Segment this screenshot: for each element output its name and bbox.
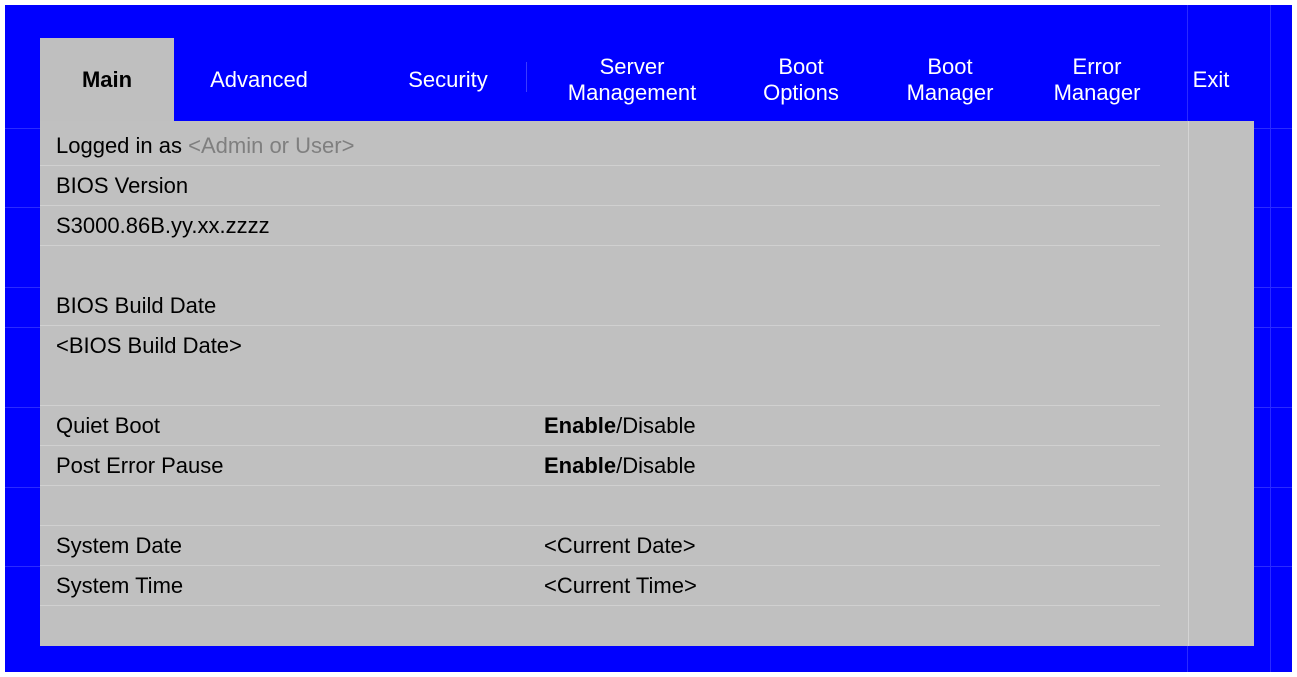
bios-version-value-row: S3000.86B.yy.xx.zzzz bbox=[40, 206, 1160, 246]
logged-in-label: Logged in as bbox=[56, 133, 182, 158]
post-error-pause-other: Disable bbox=[622, 453, 696, 478]
main-panel: Logged in as <Admin or User> BIOS Versio… bbox=[40, 121, 1254, 646]
tab-advanced[interactable]: Advanced bbox=[178, 38, 340, 121]
tab-label: Security bbox=[408, 66, 488, 92]
quiet-boot-row[interactable]: Quiet Boot Enable/Disable bbox=[40, 406, 1160, 446]
bios-build-date-row: BIOS Build Date bbox=[40, 286, 1160, 326]
spacer-row bbox=[40, 366, 1160, 406]
spacer-row bbox=[40, 246, 1160, 286]
system-date-value[interactable]: <Current Date> bbox=[544, 526, 696, 566]
grid-line bbox=[1270, 5, 1271, 672]
tab-label: Main bbox=[81, 66, 133, 92]
system-time-value[interactable]: <Current Time> bbox=[544, 566, 697, 606]
quiet-boot-selected: Enable bbox=[544, 413, 617, 438]
quiet-boot-value[interactable]: Enable/Disable bbox=[544, 406, 696, 446]
post-error-pause-selected: Enable bbox=[544, 453, 617, 478]
tab-boot-manager[interactable]: Boot Manager bbox=[888, 38, 1012, 121]
logged-in-value: <Admin or User> bbox=[188, 133, 355, 158]
bios-build-date-value-row: <BIOS Build Date> bbox=[40, 326, 1160, 366]
system-date-label: System Date bbox=[56, 533, 182, 558]
bios-version-value: S3000.86B.yy.xx.zzzz bbox=[56, 213, 270, 238]
bios-build-date-value: <BIOS Build Date> bbox=[56, 333, 242, 358]
tab-label: Server Management bbox=[567, 53, 697, 105]
bios-version-row: BIOS Version bbox=[40, 166, 1160, 206]
system-time-label: System Time bbox=[56, 573, 184, 598]
tab-label: Error Manager bbox=[1053, 53, 1141, 105]
system-time-row[interactable]: System Time <Current Time> bbox=[40, 566, 1160, 606]
tab-divider bbox=[526, 62, 527, 92]
bios-build-date-label: BIOS Build Date bbox=[56, 293, 217, 318]
tab-security[interactable]: Security bbox=[374, 38, 522, 121]
post-error-pause-row[interactable]: Post Error Pause Enable/Disable bbox=[40, 446, 1160, 486]
system-date-row[interactable]: System Date <Current Date> bbox=[40, 526, 1160, 566]
post-error-pause-value[interactable]: Enable/Disable bbox=[544, 446, 696, 486]
tab-error-manager[interactable]: Error Manager bbox=[1030, 38, 1164, 121]
spacer-row bbox=[40, 486, 1160, 526]
logged-in-text: Logged in as <Admin or User> bbox=[56, 126, 354, 166]
tab-label: Boot Manager bbox=[906, 53, 994, 105]
help-column-divider bbox=[1188, 121, 1189, 646]
quiet-boot-label: Quiet Boot bbox=[56, 413, 160, 438]
tab-exit[interactable]: Exit bbox=[1178, 38, 1244, 121]
post-error-pause-label: Post Error Pause bbox=[56, 453, 224, 478]
tab-boot-options[interactable]: Boot Options bbox=[742, 38, 860, 121]
tab-server-management[interactable]: Server Management bbox=[552, 38, 712, 121]
tab-label: Exit bbox=[1192, 66, 1230, 92]
tab-main[interactable]: Main bbox=[40, 38, 174, 121]
tab-label: Advanced bbox=[210, 66, 308, 92]
tab-label: Boot Options bbox=[763, 53, 839, 105]
quiet-boot-other: Disable bbox=[622, 413, 696, 438]
logged-in-row: Logged in as <Admin or User> bbox=[40, 126, 1160, 166]
bios-version-label: BIOS Version bbox=[56, 173, 189, 198]
